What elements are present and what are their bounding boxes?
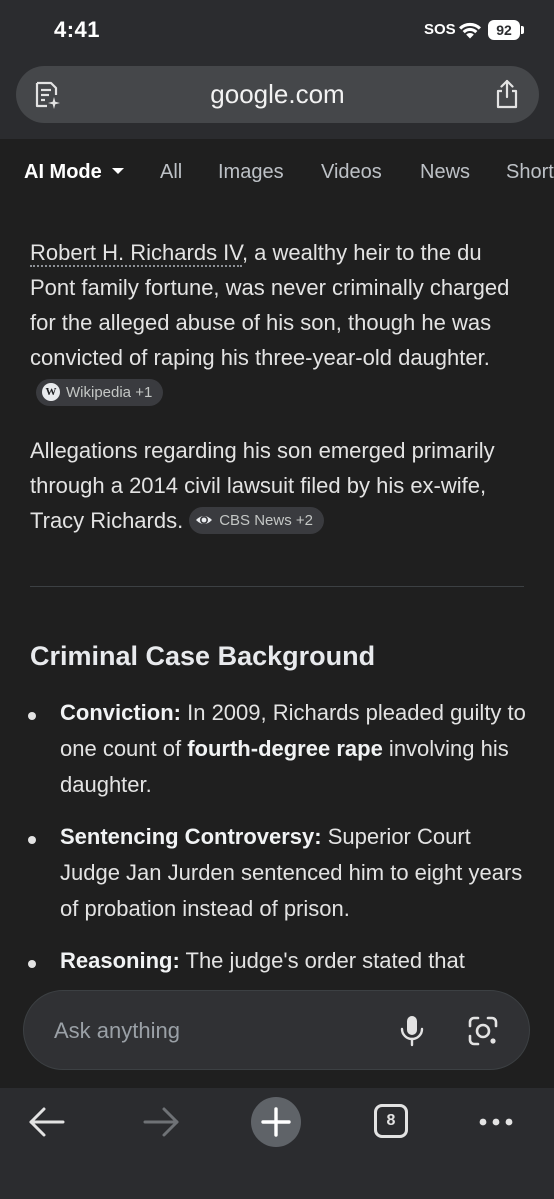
tab-news[interactable]: News: [420, 161, 470, 184]
tab-ai-mode[interactable]: AI Mode: [24, 161, 124, 184]
url-bar[interactable]: google.com: [16, 66, 539, 123]
status-time: 4:41: [54, 17, 101, 42]
source-chip-cbs[interactable]: CBS News +2: [189, 506, 325, 534]
section-heading: Criminal Case Background: [30, 641, 376, 671]
bullet-label: Reasoning:: [60, 948, 180, 973]
answer-paragraph-2: Allegations regarding his son emerged pr…: [30, 433, 526, 538]
source-chip-wikipedia[interactable]: W Wikipedia +1: [36, 378, 164, 406]
plus-icon: [261, 1107, 291, 1137]
battery-level: 92: [496, 22, 512, 38]
source-chip-label: Wikipedia +1: [66, 383, 153, 401]
bullet-label: Sentencing Controversy:: [60, 824, 322, 849]
answer-paragraph-1: Robert H. Richards IV, a wealthy heir to…: [30, 235, 526, 410]
ask-input[interactable]: Ask anything: [23, 990, 530, 1070]
tab-ai-mode-label: AI Mode: [24, 161, 102, 183]
ask-placeholder[interactable]: Ask anything: [54, 1018, 180, 1044]
entity-link[interactable]: Robert H. Richards IV: [30, 240, 242, 267]
divider: [30, 586, 524, 587]
sos-indicator: SOS: [424, 21, 456, 38]
tab-images[interactable]: Images: [218, 161, 284, 184]
search-filter-tabs: AI Mode All Images Videos News Short: [0, 139, 554, 205]
share-icon[interactable]: [493, 79, 521, 109]
more-icon[interactable]: [466, 1100, 526, 1144]
bullet-dot: [28, 712, 36, 720]
chevron-down-icon: [111, 167, 124, 174]
forward-arrow-icon[interactable]: [131, 1100, 191, 1144]
ai-response: Robert H. Richards IV, a wealthy heir to…: [0, 205, 554, 1005]
bullet-dot: [28, 960, 36, 968]
google-lens-icon[interactable]: [467, 1015, 499, 1047]
battery-indicator: 92: [488, 20, 524, 40]
cbs-eye-icon: [196, 515, 213, 524]
wifi-icon: [459, 22, 481, 39]
mic-icon[interactable]: [399, 1015, 425, 1047]
tab-short[interactable]: Short: [506, 161, 554, 184]
tab-count-button[interactable]: 8: [374, 1104, 408, 1138]
new-tab-button[interactable]: [251, 1097, 301, 1147]
battery-tip: [521, 26, 524, 34]
wikipedia-icon: W: [42, 382, 60, 401]
tab-videos[interactable]: Videos: [321, 161, 382, 184]
source-chip-label: CBS News +2: [219, 511, 314, 529]
back-arrow-icon[interactable]: [17, 1100, 77, 1144]
status-bar: 4:41 SOS 92: [0, 0, 554, 60]
bullet-dot: [28, 836, 36, 844]
bullet-reasoning: Reasoning: The judge's order stated that: [60, 943, 530, 979]
tab-all[interactable]: All: [160, 161, 182, 184]
bullet-bold-text: fourth-degree rape: [187, 736, 383, 761]
bullet-conviction: Conviction: In 2009, Richards pleaded gu…: [60, 695, 530, 803]
url-text[interactable]: google.com: [16, 79, 539, 110]
bullet-text: The judge's order stated that: [179, 948, 465, 973]
bullet-sentencing: Sentencing Controversy: Superior Court J…: [60, 819, 530, 927]
bullet-label: Conviction:: [60, 700, 181, 725]
top-chrome: 4:41 SOS 92 google.com: [0, 0, 554, 139]
page: 4:41 SOS 92 google.com AI Mode All Image…: [0, 0, 554, 1199]
bottom-nav: 8: [0, 1088, 554, 1199]
